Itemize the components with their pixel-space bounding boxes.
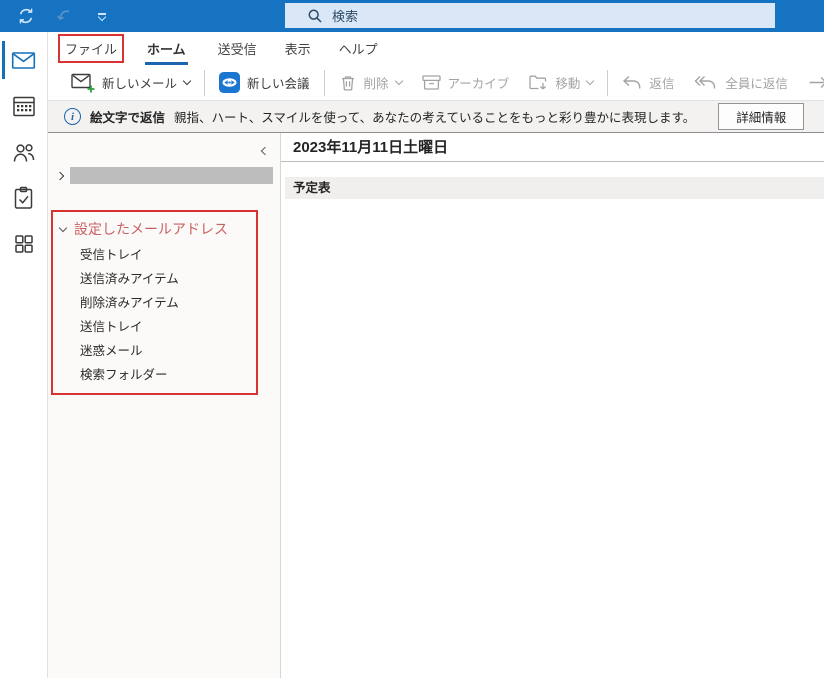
move-dropdown-icon[interactable] bbox=[586, 76, 595, 86]
new-meeting-button[interactable]: 新しい会議 bbox=[219, 72, 310, 93]
move-icon bbox=[529, 75, 547, 90]
toolbar-separator bbox=[607, 69, 609, 96]
details-button[interactable]: 詳細情報 bbox=[718, 103, 805, 130]
folder-sent-items[interactable]: 送信済みアイテム bbox=[53, 267, 256, 291]
move-button[interactable]: 移動 bbox=[529, 73, 595, 92]
archive-button[interactable]: アーカイブ bbox=[421, 73, 509, 92]
reply-all-button[interactable]: 全員に返信 bbox=[694, 73, 788, 92]
delete-dropdown-icon[interactable] bbox=[394, 76, 403, 86]
toolbar-separator bbox=[204, 69, 206, 96]
folder-deleted-items[interactable]: 削除済みアイテム bbox=[53, 291, 256, 315]
new-mail-dropdown-icon[interactable] bbox=[182, 76, 192, 86]
notification-bar: i 絵文字で返信 親指、ハート、スマイルを使って、あなたの考えていることをもっと… bbox=[48, 101, 824, 133]
folder-pane: 設定したメールアドレス 受信トレイ 送信済みアイテム 削除済みアイテム 送信トレ… bbox=[48, 133, 281, 678]
notification-title: 絵文字で返信 bbox=[90, 111, 166, 125]
notification-message: 親指、ハート、スマイルを使って、あなたの考えていることをもっと彩り豊かに表現しま… bbox=[174, 111, 696, 125]
nav-people[interactable] bbox=[0, 132, 47, 172]
nav-calendar[interactable] bbox=[0, 86, 47, 126]
new-mail-button[interactable]: 新しいメール bbox=[71, 72, 192, 93]
folder-search-folders[interactable]: 検索フォルダー bbox=[53, 363, 256, 387]
info-icon: i bbox=[64, 108, 81, 125]
folder-junk-mail[interactable]: 迷惑メール bbox=[53, 339, 256, 363]
account-header-label: 設定したメールアドレス bbox=[74, 221, 228, 237]
tab-file[interactable]: ファイル bbox=[58, 34, 125, 63]
undo-icon bbox=[52, 4, 76, 28]
favorites-row[interactable] bbox=[55, 167, 273, 184]
toolbar-separator bbox=[323, 69, 325, 96]
reply-button[interactable]: 返信 bbox=[622, 73, 674, 92]
expand-chevron-icon[interactable] bbox=[55, 171, 65, 180]
new-meeting-icon bbox=[219, 72, 241, 93]
people-icon bbox=[13, 143, 34, 162]
tab-send-receive[interactable]: 送受信 bbox=[204, 33, 271, 64]
folder-outbox[interactable]: 送信トレイ bbox=[53, 315, 256, 339]
reply-icon bbox=[623, 75, 641, 89]
delete-icon bbox=[341, 75, 354, 91]
module-rail bbox=[0, 32, 48, 678]
forward-button[interactable]: 転送 bbox=[808, 73, 824, 92]
date-header: 2023年11月11日土曜日 bbox=[281, 133, 824, 162]
send-receive-sync-icon[interactable] bbox=[14, 4, 38, 28]
new-mail-icon bbox=[71, 73, 95, 93]
apps-grid-icon bbox=[14, 235, 33, 253]
archive-icon bbox=[421, 75, 441, 90]
title-bar: 検索 bbox=[0, 0, 824, 32]
account-header[interactable]: 設定したメールアドレス bbox=[53, 217, 256, 243]
search-icon bbox=[308, 9, 322, 23]
forward-icon bbox=[809, 77, 824, 88]
redacted-account-name bbox=[70, 167, 273, 184]
customize-quick-access-icon[interactable] bbox=[90, 4, 114, 28]
tab-view[interactable]: 表示 bbox=[271, 33, 325, 64]
delete-button[interactable]: 削除 bbox=[339, 73, 403, 92]
search-input[interactable]: 検索 bbox=[285, 3, 775, 28]
reading-pane: 2023年11月11日土曜日 予定表 bbox=[281, 133, 824, 678]
mail-icon bbox=[11, 51, 36, 69]
nav-apps[interactable] bbox=[0, 224, 47, 264]
calendar-section-header[interactable]: 予定表 bbox=[285, 177, 824, 199]
quick-access-toolbar bbox=[14, 0, 114, 32]
tab-help[interactable]: ヘルプ bbox=[325, 33, 392, 64]
command-toolbar: 新しいメール 新しい会議 削除 アーカイブ 移動 返信 全員に返信 bbox=[48, 65, 824, 101]
collapse-folder-pane-icon[interactable] bbox=[260, 141, 270, 159]
search-placeholder: 検索 bbox=[332, 9, 359, 24]
nav-mail[interactable] bbox=[0, 40, 47, 80]
nav-tasks[interactable] bbox=[0, 178, 47, 218]
calendar-icon bbox=[12, 96, 35, 117]
tasks-icon bbox=[14, 186, 33, 209]
annotation-box-folders: 設定したメールアドレス 受信トレイ 送信済みアイテム 削除済みアイテム 送信トレ… bbox=[51, 210, 258, 395]
outlook-window: 検索 ファイル ホーム 送受信 表示 ヘルプ 新しいメール 新しい会議 削除 ア… bbox=[0, 0, 824, 678]
collapse-chevron-icon[interactable] bbox=[58, 223, 68, 232]
folder-inbox[interactable]: 受信トレイ bbox=[53, 243, 256, 267]
tab-home[interactable]: ホーム bbox=[133, 33, 200, 65]
ribbon-tab-bar: ファイル ホーム 送受信 表示 ヘルプ bbox=[48, 32, 824, 65]
reply-all-icon bbox=[694, 76, 716, 89]
